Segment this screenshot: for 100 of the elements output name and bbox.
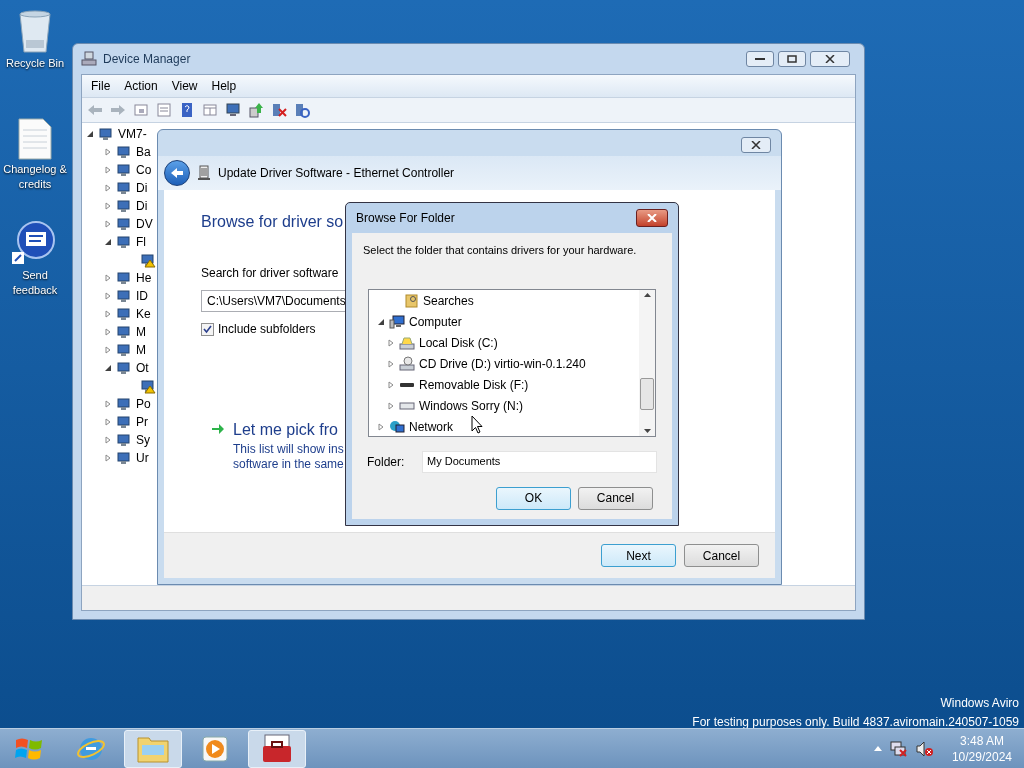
dialog-button[interactable]: Cancel: [684, 544, 759, 567]
tree-item[interactable]: Ur: [136, 449, 149, 467]
search-label: Search for driver software: [201, 265, 339, 282]
close-button[interactable]: [741, 137, 771, 153]
collapsed-arrow-icon[interactable]: [387, 402, 395, 410]
folder-label: Folder:: [367, 453, 406, 471]
toolbox-icon[interactable]: [261, 733, 293, 764]
option-description: This list will show ins software in the same: [233, 442, 344, 472]
tree-item[interactable]: Di: [136, 197, 148, 215]
build-info-text: For testing purposes only. Build 4837.aviromain.240507-1059: [692, 714, 1019, 731]
dialog-button[interactable]: OK: [496, 486, 571, 510]
tree-item[interactable]: Ba: [136, 143, 151, 161]
taskbar-button[interactable]: [248, 729, 306, 768]
maximize-button[interactable]: [778, 51, 806, 67]
document-icon: [18, 118, 52, 160]
tree-item[interactable]: He: [136, 269, 152, 287]
folder-item[interactable]: Local Disk (C:): [419, 334, 498, 352]
device-icon: [116, 198, 132, 214]
folder-item[interactable]: Windows Sorry (N:): [419, 397, 523, 415]
checkbox[interactable]: [201, 322, 214, 336]
network-error-icon[interactable]: [889, 740, 908, 757]
close-button[interactable]: [636, 209, 668, 227]
minimize-button[interactable]: [746, 51, 774, 67]
collapsed-arrow-icon[interactable]: [104, 184, 112, 192]
network-icon: [389, 419, 405, 435]
expanded-arrow-icon[interactable]: [86, 130, 94, 138]
collapsed-arrow-icon[interactable]: [104, 328, 112, 336]
maximize-icon: [787, 55, 797, 63]
collapsed-arrow-icon[interactable]: [104, 346, 112, 354]
folder-item[interactable]: Network: [409, 418, 453, 436]
device-icon: [116, 180, 132, 196]
desktop-icon-label[interactable]: Recycle Bin: [5, 56, 65, 71]
close-button[interactable]: [810, 51, 850, 67]
tree-item[interactable]: Ke: [136, 305, 151, 323]
dialog-button[interactable]: Cancel: [578, 486, 653, 510]
close-icon: [825, 55, 835, 63]
desktop-icon-label[interactable]: Changelog & credits: [0, 162, 70, 192]
device-icon: [116, 216, 132, 232]
scroll-bar[interactable]: [639, 289, 655, 436]
folder-item[interactable]: Computer: [409, 313, 462, 331]
back-button[interactable]: [164, 160, 190, 186]
trash-bin-icon: [17, 10, 53, 54]
collapsed-arrow-icon[interactable]: [104, 274, 112, 282]
device-icon: [116, 234, 132, 250]
menu-item[interactable]: Action: [119, 77, 163, 95]
tree-item[interactable]: M: [136, 341, 146, 359]
folder-field[interactable]: My Documents: [422, 450, 657, 473]
collapsed-arrow-icon[interactable]: [377, 423, 385, 431]
collapsed-arrow-icon[interactable]: [104, 436, 112, 444]
menu-item[interactable]: Help: [206, 77, 242, 95]
tree-item[interactable]: Di: [136, 179, 148, 197]
expanded-arrow-icon[interactable]: [104, 238, 112, 246]
tree-item[interactable]: Co: [136, 161, 152, 179]
tree-item[interactable]: Fl: [136, 233, 146, 251]
minimize-icon: [755, 58, 765, 60]
device-icon: [116, 396, 132, 412]
instruction-text: Select the folder that contains drivers for your hardware.: [363, 243, 637, 258]
expanded-arrow-icon[interactable]: [377, 318, 385, 326]
page-heading: Browse for driver so: [201, 212, 344, 232]
speech-bubble-icon: [12, 220, 58, 266]
device-icon: [116, 288, 132, 304]
tree-item[interactable]: Po: [136, 395, 151, 413]
device-icon: [116, 360, 132, 376]
collapsed-arrow-icon[interactable]: [387, 360, 395, 368]
tree-item[interactable]: Sy: [136, 431, 150, 449]
menu-item[interactable]: View: [166, 77, 203, 95]
folder-item[interactable]: Removable Disk (F:): [419, 376, 529, 394]
collapsed-arrow-icon[interactable]: [104, 454, 112, 462]
device-icon: [116, 144, 132, 160]
folder-item[interactable]: CD Drive (D:) virtio-win-0.1.240: [419, 355, 586, 373]
tree-item[interactable]: M: [136, 323, 146, 341]
collapsed-arrow-icon[interactable]: [387, 339, 395, 347]
collapsed-arrow-icon[interactable]: [104, 166, 112, 174]
collapsed-arrow-icon[interactable]: [104, 310, 112, 318]
folder-item[interactable]: Searches: [423, 292, 474, 310]
device-icon: [98, 126, 114, 142]
desktop-icon-label[interactable]: Send feedback: [0, 268, 70, 298]
tree-item[interactable]: ID: [136, 287, 148, 305]
collapsed-arrow-icon[interactable]: [104, 202, 112, 210]
build-info-text: Windows Aviro: [940, 695, 1019, 712]
option-link[interactable]: Let me pick fro: [233, 418, 338, 442]
dialog-button[interactable]: Next: [601, 544, 676, 567]
collapsed-arrow-icon[interactable]: [104, 292, 112, 300]
tree-item[interactable]: VM7-: [118, 125, 147, 143]
collapsed-arrow-icon[interactable]: [104, 418, 112, 426]
close-icon: [647, 214, 657, 222]
expanded-arrow-icon[interactable]: [104, 364, 112, 372]
menu-item[interactable]: File: [86, 77, 116, 95]
dialog-title: Browse For Folder: [356, 210, 455, 227]
window-title: Device Manager: [103, 51, 191, 68]
collapsed-arrow-icon[interactable]: [104, 400, 112, 408]
play-icon[interactable]: [201, 734, 229, 763]
tree-item[interactable]: Ot: [136, 359, 149, 377]
collapsed-arrow-icon[interactable]: [104, 148, 112, 156]
speaker-muted-icon[interactable]: [915, 740, 934, 757]
checkbox-label[interactable]: Include subfolders: [218, 320, 316, 338]
collapsed-arrow-icon[interactable]: [387, 381, 395, 389]
tree-item[interactable]: DV: [136, 215, 153, 233]
collapsed-arrow-icon[interactable]: [104, 220, 112, 228]
tree-item[interactable]: Pr: [136, 413, 148, 431]
